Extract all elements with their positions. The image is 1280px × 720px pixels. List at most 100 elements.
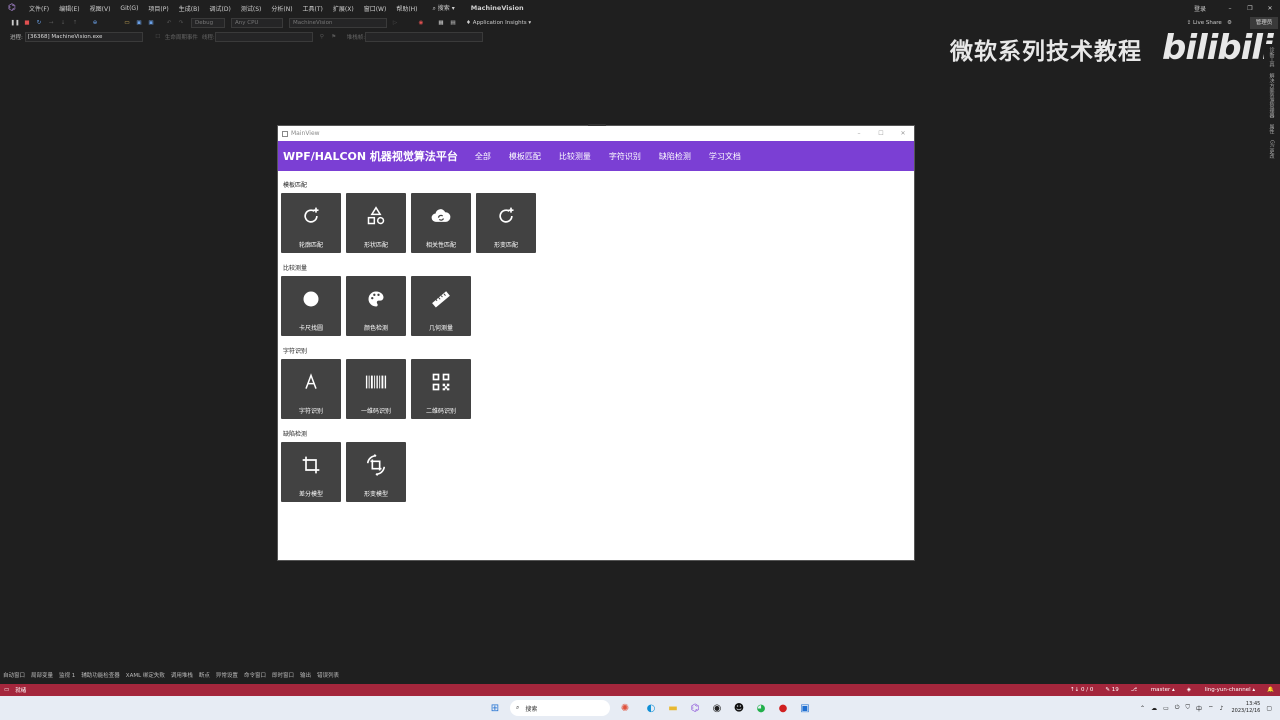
wechat-icon[interactable]: ◕ (752, 699, 770, 717)
screen-recorder-icon[interactable]: ● (774, 699, 792, 717)
tab-watch-1[interactable]: 监视 1 (56, 671, 78, 679)
browser-link-icon[interactable]: ◉ (416, 18, 426, 28)
hot-reload-icon[interactable]: ⊕ (90, 18, 100, 28)
flag-icon[interactable]: ⚑ (329, 32, 339, 42)
taskbar-clock[interactable]: 13:45 2023/12/16 (1232, 701, 1261, 715)
file-explorer-icon[interactable]: ▬ (664, 699, 682, 717)
tray-notification-icon[interactable]: ▢ (1266, 705, 1272, 712)
menu-analyze[interactable]: 分析(N) (266, 4, 297, 13)
tray-ime[interactable]: 中 (1196, 704, 1202, 713)
side-tab-git-changes[interactable]: Git 更改 (1269, 140, 1276, 159)
stack-frame-select[interactable] (365, 31, 484, 42)
tile-shape-matching[interactable]: 形状匹配 (346, 193, 406, 253)
tab-command-window[interactable]: 命令窗口 (241, 671, 269, 679)
run-icon[interactable]: ▷ (390, 18, 400, 28)
layout-icon[interactable]: ▦ (436, 18, 446, 28)
nav-all[interactable]: 全部 (475, 151, 491, 162)
tile-correlation-matching[interactable]: 相关性匹配 (411, 193, 471, 253)
tab-exception-settings[interactable]: 异常设置 (213, 671, 241, 679)
visual-studio-icon[interactable]: ⌬ (686, 699, 704, 717)
taskbar-highlight-icon[interactable]: ✺ (616, 699, 634, 717)
tray-expand-icon[interactable]: ⌃ (1140, 705, 1145, 712)
status-branch[interactable]: ⎇ master ▴ (1131, 687, 1175, 693)
taskbar-search[interactable]: ⌕ 搜索 (510, 700, 610, 716)
side-tab-diagnostics[interactable]: 诊断工具 (1269, 47, 1276, 67)
nav-measurement[interactable]: 比较测量 (559, 151, 591, 162)
tile-deformable-matching[interactable]: 形变匹配 (476, 193, 536, 253)
side-tab-properties[interactable]: 属性 (1269, 124, 1276, 134)
notification-bell-icon[interactable]: 🔔 (1267, 687, 1274, 693)
menu-window[interactable]: 窗口(W) (359, 4, 392, 13)
startup-project-select[interactable]: MachineVision (289, 18, 387, 28)
configuration-select[interactable]: Debug (191, 18, 225, 28)
tile-difference-model[interactable]: 差分模型 (281, 442, 341, 502)
menu-view[interactable]: 视图(V) (85, 4, 116, 13)
tab-call-stack[interactable]: 调用堆栈 (168, 671, 196, 679)
process-select[interactable]: [36368] MachineVision.exe (24, 31, 143, 42)
nav-defect-detection[interactable]: 缺陷检测 (659, 151, 691, 162)
stop-icon[interactable]: ■ (22, 18, 32, 28)
step-into-icon[interactable]: ↓ (58, 18, 68, 28)
tray-display-icon[interactable]: ▭ (1163, 705, 1169, 712)
tab-autos[interactable]: 自动窗口 (0, 671, 28, 679)
maximize-icon[interactable]: ❐ (1240, 5, 1260, 12)
tab-accessibility-checker[interactable]: 辅助功能检查器 (78, 671, 123, 679)
menu-project[interactable]: 项目(P) (143, 4, 173, 13)
restart-icon[interactable]: ↻ (34, 18, 44, 28)
visual-studio-logo-icon[interactable]: ⌬ (6, 2, 18, 14)
close-icon[interactable]: ✕ (1260, 5, 1280, 12)
tile-geometry-measurement[interactable]: 几何测量 (411, 276, 471, 336)
terminal-icon[interactable]: ◉ (708, 699, 726, 717)
nav-learning-docs[interactable]: 学习文档 (709, 151, 741, 162)
side-tab-solution-explorer[interactable]: 解决方案资源管理器 (1269, 73, 1276, 118)
save-icon[interactable]: ▣ (134, 18, 144, 28)
menu-build[interactable]: 生成(B) (174, 4, 205, 13)
status-edits[interactable]: ✎ 19 (1105, 687, 1118, 693)
app-maximize-icon[interactable]: ☐ (870, 130, 892, 137)
menu-debug[interactable]: 调试(D) (205, 4, 236, 13)
save-all-icon[interactable]: ▣ (146, 18, 156, 28)
application-insights-button[interactable]: ♦ Application Insights ▾ (466, 20, 531, 26)
redo-icon[interactable]: ↷ (176, 18, 186, 28)
tab-error-list[interactable]: 错误列表 (314, 671, 342, 679)
tile-character-recognition[interactable]: 字符识别 (281, 359, 341, 419)
vs-search-button[interactable]: ⌕ 搜索 ▾ (429, 3, 459, 13)
tab-immediate-window[interactable]: 即时窗口 (269, 671, 297, 679)
tray-cloud-icon[interactable]: ☁ (1151, 705, 1157, 712)
tab-output[interactable]: 输出 (297, 671, 314, 679)
platform-select[interactable]: Any CPU (231, 18, 283, 28)
app-close-icon[interactable]: ✕ (892, 130, 914, 137)
menu-edit[interactable]: 编辑(E) (54, 4, 84, 13)
menu-git[interactable]: Git(G) (115, 5, 143, 12)
step-over-icon[interactable]: → (46, 18, 56, 28)
undo-icon[interactable]: ↶ (164, 18, 174, 28)
edge-browser-icon[interactable]: ◐ (642, 699, 660, 717)
signin-button[interactable]: 登录 (1194, 4, 1206, 13)
tray-network-icon[interactable]: ⌔ (1208, 704, 1214, 712)
tab-locals[interactable]: 局部变量 (28, 671, 56, 679)
pause-icon[interactable]: ❚❚ (10, 18, 20, 28)
filter-icon[interactable]: ⚲ (317, 32, 327, 42)
tray-volume-icon[interactable]: ♪ (1220, 705, 1224, 712)
tray-shield-icon[interactable]: ⛉ (1185, 704, 1190, 712)
open-file-icon[interactable]: ▭ (122, 18, 132, 28)
windows-start-icon[interactable]: ⊞ (486, 699, 504, 717)
menu-extensions[interactable]: 扩展(X) (328, 4, 359, 13)
app-minimize-icon[interactable]: – (848, 130, 870, 137)
menu-help[interactable]: 帮助(H) (391, 4, 422, 13)
thread-select[interactable] (214, 31, 313, 42)
menu-test[interactable]: 测试(S) (236, 4, 267, 13)
minimize-icon[interactable]: – (1220, 5, 1240, 12)
tile-caliper-circle[interactable]: 卡尺找圆 (281, 276, 341, 336)
status-channel[interactable]: ◈ ling-yun-channel ▴ (1187, 687, 1255, 693)
nav-template-matching[interactable]: 模板匹配 (509, 151, 541, 162)
menu-file[interactable]: 文件(F) (24, 4, 54, 13)
tab-xaml-binding-failures[interactable]: XAML 绑定失败 (123, 671, 168, 679)
tray-power-icon[interactable]: ⏻ (1175, 704, 1180, 712)
tile-barcode-recognition[interactable]: 一维码识别 (346, 359, 406, 419)
status-errors[interactable]: ↑↓ 0 / 0 (1070, 687, 1093, 693)
step-out-icon[interactable]: ↑ (70, 18, 80, 28)
toolbox-icon[interactable]: ▤ (448, 18, 458, 28)
app-window-icon[interactable]: ▣ (796, 699, 814, 717)
lifecycle-icon[interactable]: ☐ (153, 32, 163, 42)
